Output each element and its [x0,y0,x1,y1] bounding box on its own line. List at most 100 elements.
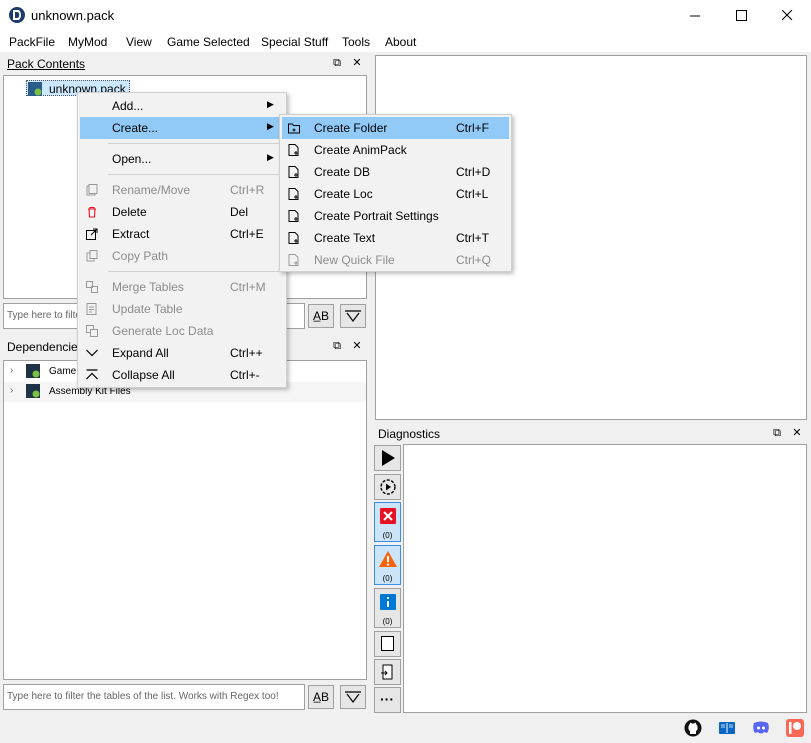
open-file-button[interactable] [374,659,401,685]
menu-item-label: Generate Loc Data [112,324,214,338]
new-file-icon [288,254,299,266]
menu-create-portrait-settings[interactable]: Create Portrait Settings [282,205,509,227]
chevron-right-icon[interactable]: › [10,385,13,396]
diagnostics-title: Diagnostics [378,427,441,441]
error-icon [380,508,396,524]
case-sensitive-button[interactable]: A̲B [308,685,334,709]
menu-tools[interactable]: Tools [342,35,370,49]
chevron-right-icon[interactable]: › [10,365,13,376]
close-panel-icon[interactable]: ✕ [791,427,803,439]
menu-item-label: Create DB [314,165,371,179]
create-submenu: Create Folder Ctrl+F Create AnimPack Cre… [279,114,512,272]
menu-item-shortcut: Ctrl+E [230,227,264,241]
menu-create-folder[interactable]: Create Folder Ctrl+F [282,117,509,139]
show-current-button[interactable] [374,631,401,657]
new-folder-icon [288,123,300,134]
menu-item-shortcut: Ctrl+Q [456,253,492,267]
close-icon [781,10,792,21]
new-file-icon [288,166,299,178]
discord-icon[interactable] [752,719,770,737]
info-filter-button[interactable]: (0) [374,588,401,628]
menu-view[interactable]: View [126,35,152,49]
menu-item-label: Update Table [112,302,183,316]
menu-item-shortcut: Ctrl+F [456,121,489,135]
menu-create-loc[interactable]: Create Loc Ctrl+L [282,183,509,205]
menu-mymod[interactable]: MyMod [68,35,107,49]
menu-create-animpack[interactable]: Create AnimPack [282,139,509,161]
undock-icon[interactable]: ⧉ [331,340,343,352]
menu-item-label: Rename/Move [112,183,191,197]
pack-contents-title: Pack Contents [7,57,86,71]
run-diagnostics-button[interactable] [374,445,401,471]
menu-bar: PackFile MyMod View Game Selected Specia… [0,31,811,52]
warnings-filter-button[interactable]: (0) [374,545,401,585]
menu-game-selected[interactable]: Game Selected [167,35,250,49]
context-menu: Add... ▶ Create... ▶ Open... ▶ Rename/Mo… [77,92,287,388]
menu-create-text[interactable]: Create Text Ctrl+T [282,227,509,249]
diagnostics-header: Diagnostics ⧉ ✕ [373,425,809,443]
menu-copy-path[interactable]: Copy Path [80,245,284,267]
chevron-right-icon: ▶ [267,99,274,109]
menu-merge-tables[interactable]: Merge Tables Ctrl+M [80,276,284,298]
patreon-icon[interactable] [786,719,804,737]
menu-separator [108,143,282,144]
menu-delete[interactable]: Delete Del [80,201,284,223]
undock-icon[interactable]: ⧉ [331,57,343,69]
menu-add[interactable]: Add... ▶ [80,95,284,117]
filter-options-button[interactable] [340,304,366,328]
close-button[interactable] [764,0,810,31]
dependencies-filter-input[interactable]: Type here to filter the tables of the li… [3,684,305,710]
menu-update-table[interactable]: Update Table [80,298,284,320]
game-icon [26,364,40,378]
dependencies-tree[interactable]: › Game › Assembly Kit Files [3,360,367,680]
menu-create[interactable]: Create... ▶ [80,117,284,139]
menu-packfile[interactable]: PackFile [9,35,55,49]
menu-item-label: Add... [112,99,144,113]
menu-about[interactable]: About [385,35,416,49]
new-file-icon [288,210,299,222]
filter-options-button[interactable] [340,685,366,709]
menu-item-label: Extract [112,227,150,241]
expand-icon [86,349,98,357]
new-file-icon [288,144,299,156]
menu-rename-move[interactable]: Rename/Move Ctrl+R [80,179,284,201]
close-panel-icon[interactable]: ✕ [351,340,363,352]
warning-icon [379,551,397,567]
case-sensitive-button[interactable]: A̲B [308,304,334,328]
maximize-button[interactable] [718,0,764,31]
more-options-button[interactable]: ··· [374,687,401,713]
app-logo-icon [9,7,25,23]
update-icon [86,303,97,315]
new-file-icon [288,188,299,200]
menu-item-shortcut: Ctrl+R [230,183,265,197]
errors-filter-button[interactable]: (0) [374,502,401,542]
menu-item-shortcut: Ctrl+M [230,280,266,294]
manual-icon[interactable] [718,719,736,737]
menu-item-label: Create Folder [314,121,388,135]
menu-special-stuff[interactable]: Special Stuff [261,35,328,49]
chevron-right-icon: ▶ [267,152,274,162]
info-count: (0) [382,617,393,626]
tree-item-label: Game [49,366,77,377]
menu-extract[interactable]: Extract Ctrl+E [80,223,284,245]
chevron-right-icon: ▶ [267,121,274,131]
menu-generate-loc-data[interactable]: Generate Loc Data [80,320,284,342]
menu-expand-all[interactable]: Expand All Ctrl++ [80,342,284,364]
menu-item-shortcut: Ctrl+D [456,165,491,179]
menu-open[interactable]: Open... ▶ [80,148,284,170]
github-icon[interactable] [684,719,702,737]
menu-collapse-all[interactable]: Collapse All Ctrl+- [80,364,284,386]
menu-item-label: New Quick File [314,253,395,267]
menu-item-shortcut: Del [230,205,249,219]
check-current-button[interactable] [374,474,401,500]
undock-icon[interactable]: ⧉ [771,427,783,439]
info-icon [380,594,396,610]
window-title: unknown.pack [31,8,115,23]
close-panel-icon[interactable]: ✕ [351,57,363,69]
menu-create-db[interactable]: Create DB Ctrl+D [282,161,509,183]
minimize-button[interactable] [672,0,718,31]
menu-item-label: Create... [112,121,159,135]
menu-new-quick-file[interactable]: New Quick File Ctrl+Q [282,249,509,271]
diagnostics-table [403,444,807,713]
rename-icon [86,184,98,196]
